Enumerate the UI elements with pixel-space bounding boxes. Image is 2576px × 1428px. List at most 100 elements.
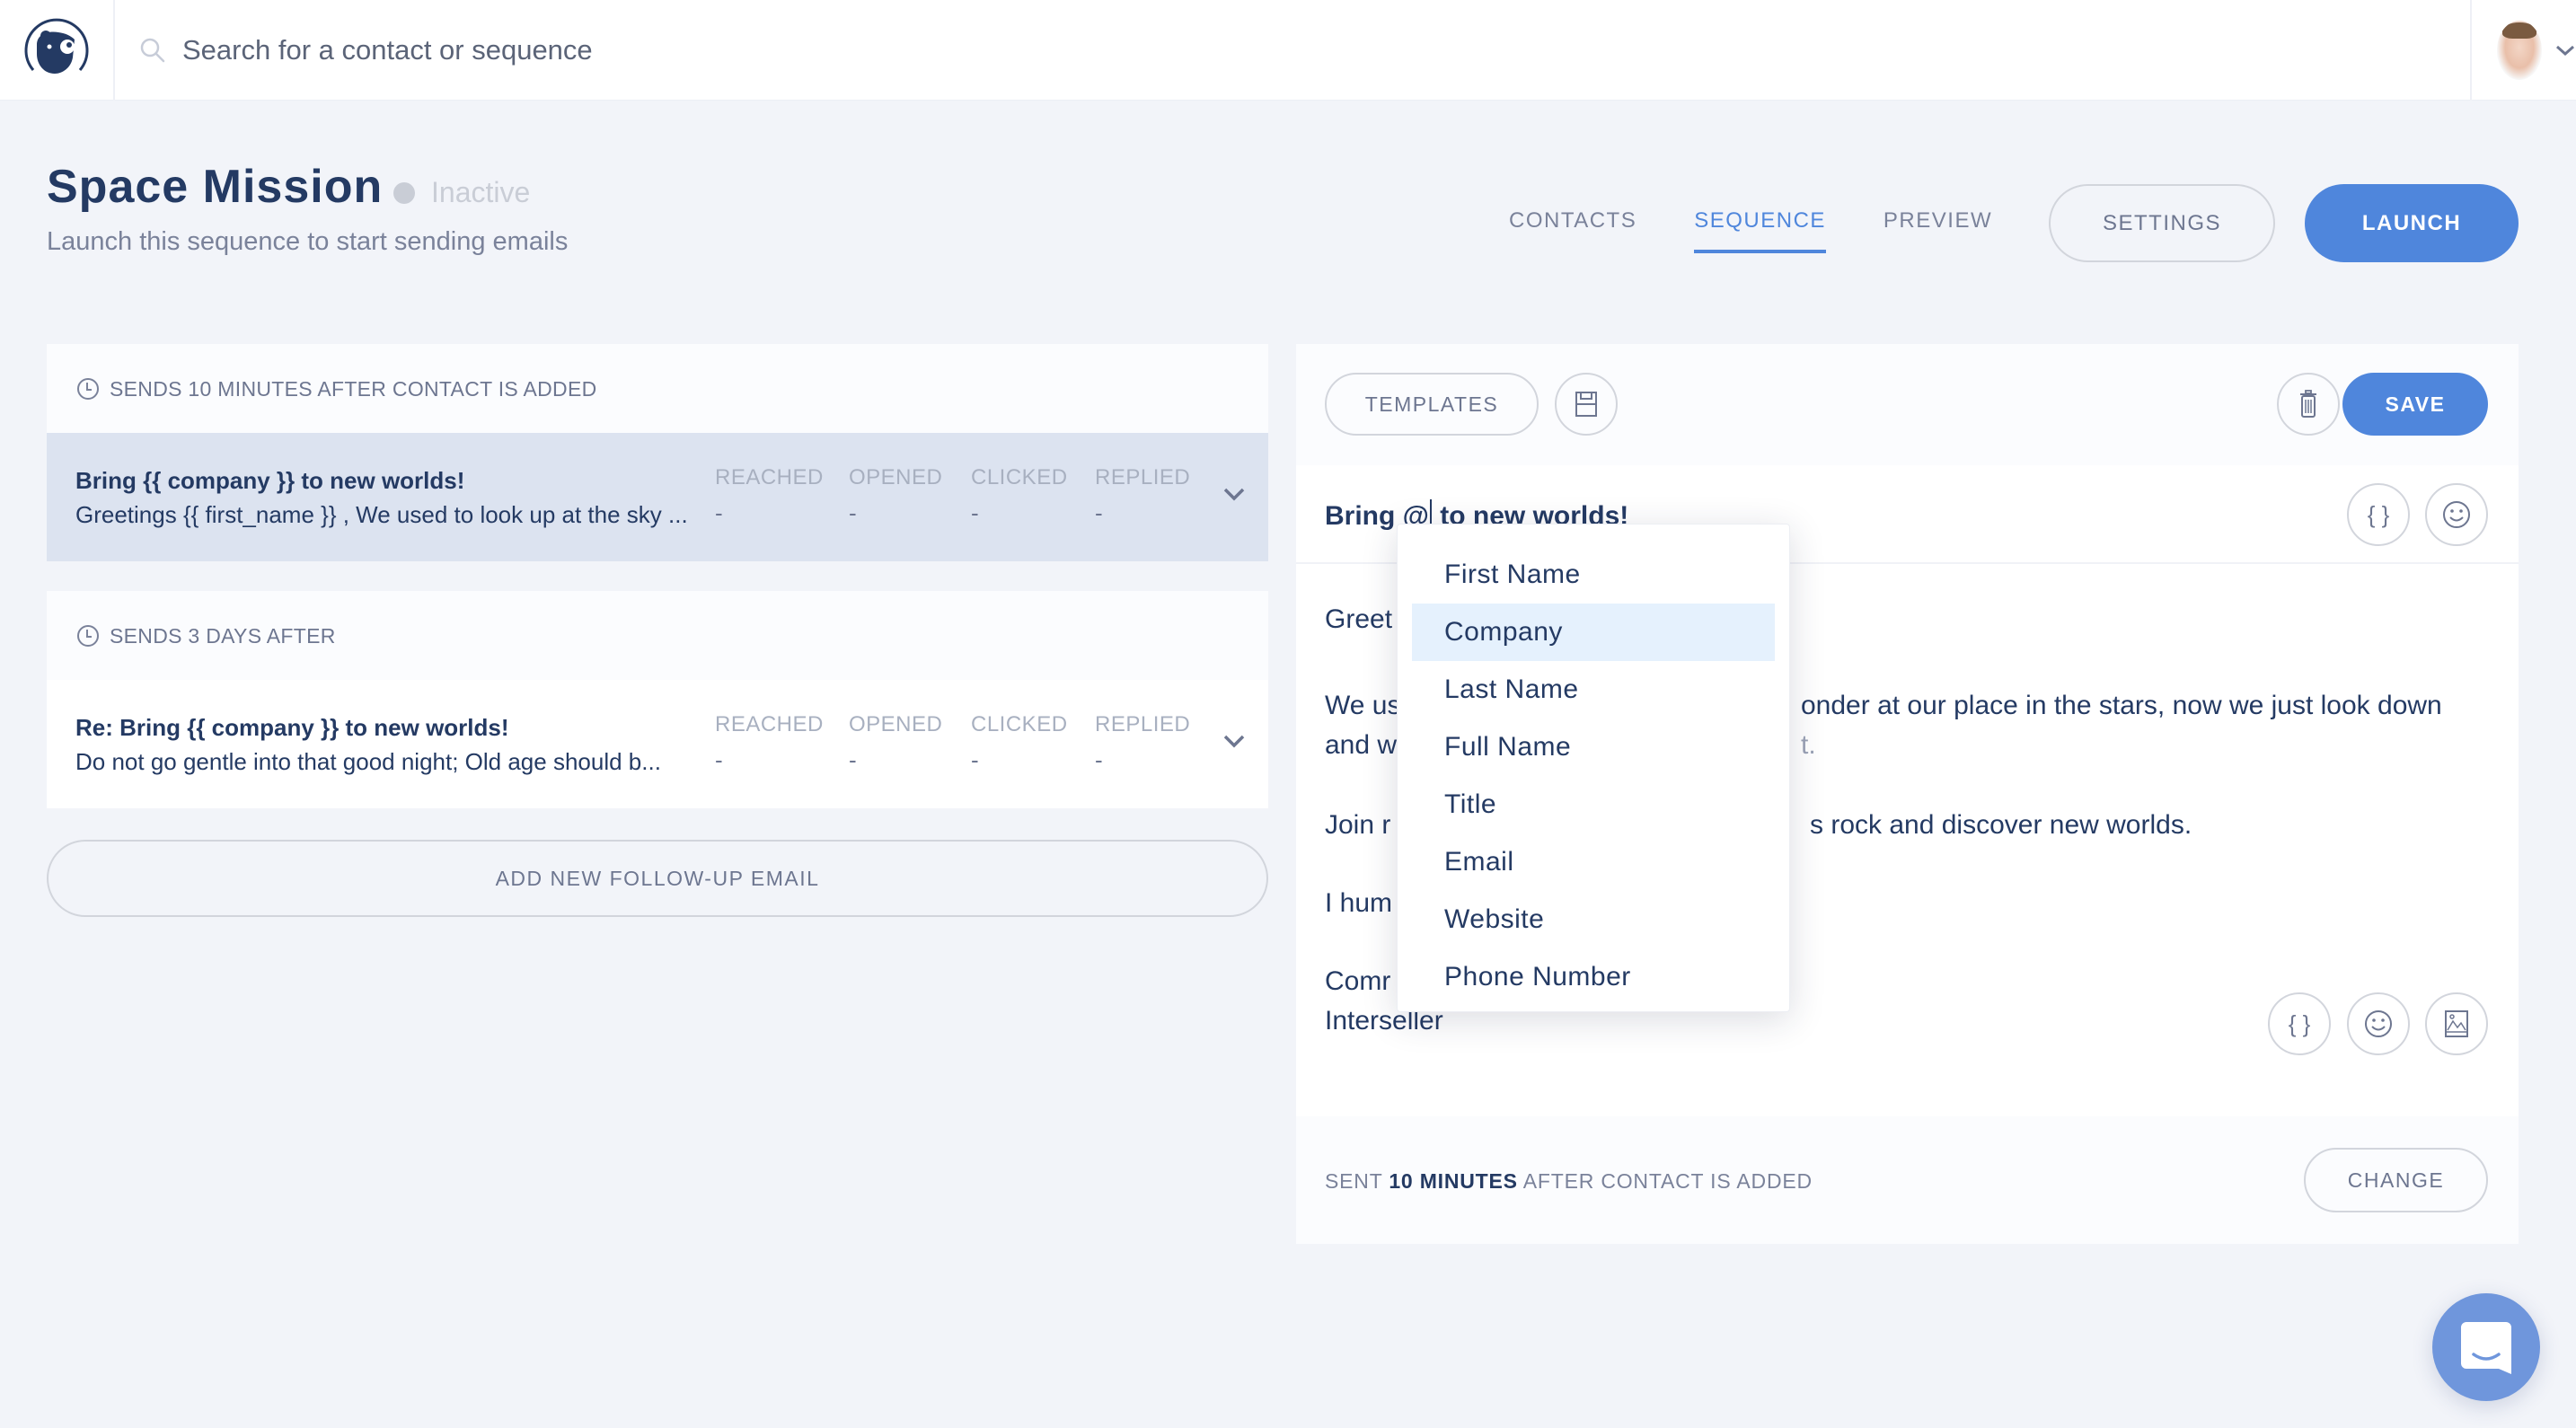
stat-label: REACHED	[715, 712, 824, 736]
status-label: Inactive	[431, 176, 531, 208]
step-schedule-header: SENDS 10 MINUTES AFTER CONTACT IS ADDED	[47, 344, 1268, 434]
dropdown-item-last-name[interactable]: Last Name	[1412, 661, 1775, 718]
insert-variable-button[interactable]: { }	[2347, 483, 2410, 546]
stat-replied: REPLIED -	[1095, 712, 1190, 774]
trash-icon	[2300, 390, 2316, 418]
body-text: We us	[1325, 691, 1401, 720]
curly-braces-icon: { }	[2288, 1009, 2311, 1037]
search-icon	[140, 38, 165, 63]
stat-label: CLICKED	[971, 712, 1068, 736]
body-text: Join r	[1325, 810, 1391, 840]
user-menu[interactable]	[2470, 0, 2576, 101]
stat-opened: OPENED -	[849, 712, 942, 774]
floppy-disk-icon	[1575, 392, 1597, 417]
chevron-down-icon[interactable]	[2554, 43, 2576, 57]
body-text: I hum	[1325, 888, 1393, 918]
dropdown-item-first-name[interactable]: First Name	[1412, 546, 1775, 604]
image-icon	[2445, 1010, 2468, 1037]
stat-value: -	[849, 746, 857, 773]
email-subject: Bring {{ company }} to new worlds!	[75, 467, 465, 494]
insert-emoji-button[interactable]	[2425, 483, 2488, 546]
curly-braces-icon: { }	[2367, 500, 2390, 528]
step-schedule-header: SENDS 3 DAYS AFTER	[47, 591, 1268, 681]
stat-value: -	[1095, 499, 1103, 526]
body-text: t.	[1801, 730, 1816, 760]
email-step-row[interactable]: Bring {{ company }} to new worlds! Greet…	[47, 433, 1268, 561]
change-timing-button[interactable]: CHANGE	[2304, 1148, 2488, 1212]
page-subtitle: Launch this sequence to start sending em…	[47, 227, 569, 256]
stat-label: OPENED	[849, 465, 943, 489]
dropdown-item-phone-number[interactable]: Phone Number	[1412, 948, 1775, 1006]
body-text: s rock and discover new worlds.	[1810, 810, 2192, 840]
stat-clicked: CLICKED -	[971, 465, 1068, 527]
logo[interactable]	[0, 0, 115, 101]
merge-field-dropdown: First Name Company Last Name Full Name T…	[1397, 524, 1790, 1012]
chevron-down-icon[interactable]	[1222, 732, 1247, 750]
insert-emoji-button[interactable]	[2347, 992, 2410, 1055]
email-subject: Re: Bring {{ company }} to new worlds!	[75, 714, 509, 741]
stat-value: -	[849, 499, 857, 526]
chat-bubble-icon	[2461, 1322, 2511, 1374]
stat-reached: REACHED -	[715, 712, 824, 774]
delete-button[interactable]	[2277, 373, 2340, 436]
tab-sequence[interactable]: SEQUENCE	[1694, 208, 1826, 253]
stat-value: -	[715, 499, 723, 526]
tab-preview[interactable]: PREVIEW	[1883, 208, 1992, 253]
templates-button[interactable]: TEMPLATES	[1325, 373, 1539, 436]
dropdown-item-email[interactable]: Email	[1412, 833, 1775, 891]
editor-footer: SENT 10 MINUTES AFTER CONTACT IS ADDED C…	[1296, 1116, 2519, 1244]
body-text: Comr	[1325, 966, 1391, 996]
stat-label: OPENED	[849, 712, 943, 736]
body-text: and w	[1325, 730, 1398, 760]
send-timing-label: SENT 10 MINUTES AFTER CONTACT IS ADDED	[1325, 1169, 1813, 1194]
email-step-row[interactable]: Re: Bring {{ company }} to new worlds! D…	[47, 680, 1268, 808]
chat-widget-button[interactable]	[2432, 1293, 2540, 1401]
body-text: onder at our place in the stars, now we …	[1801, 691, 2442, 720]
email-preview: Greetings {{ first_name }} , We used to …	[75, 501, 688, 528]
avatar[interactable]	[2497, 21, 2542, 80]
clock-icon	[77, 378, 99, 400]
clock-icon	[77, 625, 99, 647]
stat-label: REPLIED	[1095, 465, 1191, 489]
tab-contacts[interactable]: CONTACTS	[1509, 208, 1636, 253]
stat-label: CLICKED	[971, 465, 1068, 489]
stat-value: -	[971, 499, 979, 526]
step-schedule-label: SENDS 3 DAYS AFTER	[110, 623, 336, 648]
stat-opened: OPENED -	[849, 465, 942, 527]
stat-clicked: CLICKED -	[971, 712, 1068, 774]
stat-value: -	[971, 746, 979, 773]
add-follow-up-button[interactable]: ADD NEW FOLLOW-UP EMAIL	[47, 840, 1268, 917]
dropdown-item-website[interactable]: Website	[1412, 891, 1775, 948]
smiley-icon	[2443, 501, 2470, 528]
stat-reached: REACHED -	[715, 465, 824, 527]
dropdown-item-company[interactable]: Company	[1412, 604, 1775, 661]
page-title: Space Mission	[47, 161, 384, 213]
insert-image-button[interactable]	[2425, 992, 2488, 1055]
smiley-icon	[2365, 1010, 2392, 1037]
dropdown-item-full-name[interactable]: Full Name	[1412, 718, 1775, 776]
search-input[interactable]	[182, 34, 901, 66]
footer-prefix: SENT	[1325, 1169, 1389, 1193]
save-template-button[interactable]	[1555, 373, 1618, 436]
tab-bar: CONTACTS SEQUENCE PREVIEW	[1509, 208, 2050, 253]
launch-button[interactable]: LAUNCH	[2305, 184, 2519, 262]
status-badge: Inactive	[393, 176, 530, 209]
status-dot-icon	[393, 181, 415, 204]
search-bar[interactable]	[139, 27, 948, 74]
settings-button[interactable]: SETTINGS	[2049, 184, 2275, 262]
dropdown-item-title[interactable]: Title	[1412, 776, 1775, 833]
chevron-down-icon[interactable]	[1222, 485, 1247, 503]
footer-delay: 10 MINUTES	[1389, 1169, 1518, 1193]
stat-label: REPLIED	[1095, 712, 1191, 736]
save-button[interactable]: SAVE	[2342, 373, 2488, 436]
insert-variable-button[interactable]: { }	[2268, 992, 2331, 1055]
bear-logo-icon	[24, 18, 89, 74]
stat-label: REACHED	[715, 465, 824, 489]
stat-value: -	[1095, 746, 1103, 773]
step-schedule-label: SENDS 10 MINUTES AFTER CONTACT IS ADDED	[110, 376, 597, 401]
stat-value: -	[715, 746, 723, 773]
top-bar	[0, 0, 2576, 101]
stat-replied: REPLIED -	[1095, 465, 1190, 527]
body-text: Greet	[1325, 604, 1393, 634]
footer-suffix: AFTER CONTACT IS ADDED	[1517, 1169, 1813, 1193]
